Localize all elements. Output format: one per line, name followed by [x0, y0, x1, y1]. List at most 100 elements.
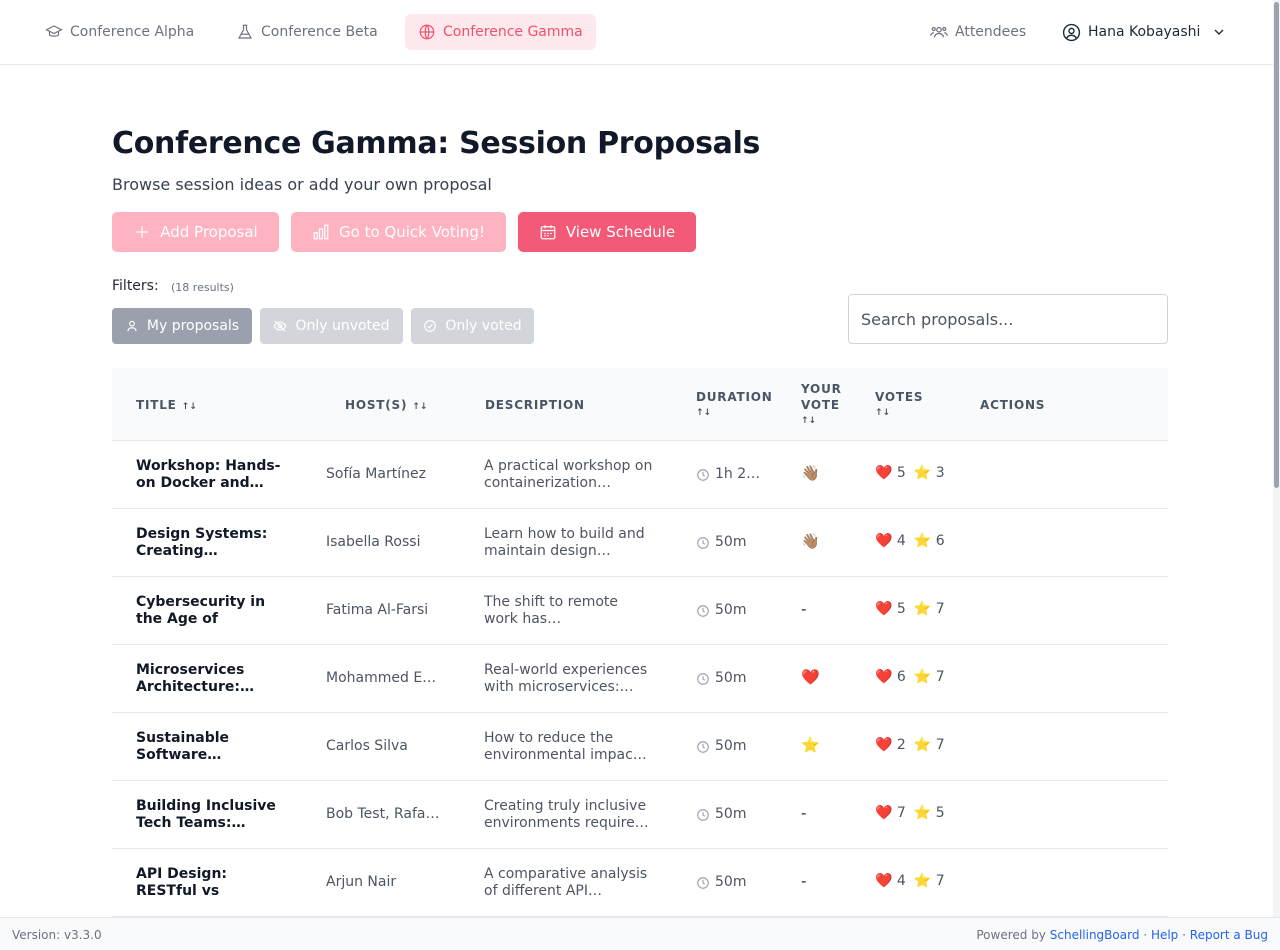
- clock-icon: [697, 672, 709, 685]
- user-menu[interactable]: Hana Kobayashi: [1062, 14, 1227, 50]
- footer: Version: v3.3.0 Powered by SchellingBoar…: [0, 917, 1280, 950]
- calendar-icon: [540, 225, 556, 240]
- table-row[interactable]: Microservices Architecture:… Mohammed E… R…: [112, 645, 1168, 713]
- sort-icon: ↑↓: [412, 402, 428, 412]
- proposal-duration: 50m: [696, 874, 761, 891]
- table-row[interactable]: Sustainable Software… Carlos Silva How to …: [112, 713, 1168, 781]
- search-input[interactable]: [848, 294, 1168, 344]
- header-your-vote[interactable]: Your Vote ↑↓: [801, 381, 842, 429]
- header-actions: Actions: [980, 398, 1046, 412]
- proposal-title[interactable]: Sustainable Software…: [136, 730, 286, 764]
- proposal-description: The shift to remote work has…: [484, 594, 619, 627]
- proposal-host: Fatima Al-Farsi: [326, 602, 429, 618]
- table-row[interactable]: API Design: RESTful vs GraphQL vs… Arjun …: [112, 849, 1168, 917]
- filter-my-proposals[interactable]: My proposals: [112, 308, 252, 344]
- separator: ·: [1182, 928, 1186, 942]
- proposal-title[interactable]: Building Inclusive Tech Teams:…: [136, 798, 286, 832]
- check-circle-icon: [424, 320, 437, 332]
- proposal-host: Sofía Martínez: [326, 466, 426, 482]
- brand-link[interactable]: SchellingBoard: [1050, 928, 1140, 942]
- proposal-description: How to reduce the environmental impac…: [484, 730, 647, 763]
- star-votes: ⭐ 3: [914, 465, 945, 482]
- heart-votes: ❤️ 4: [875, 533, 906, 550]
- quick-voting-button[interactable]: Go to Quick Voting!: [291, 212, 506, 252]
- quick-voting-label: Go to Quick Voting!: [339, 223, 485, 241]
- header-title[interactable]: Title ↑↓: [136, 397, 197, 415]
- view-schedule-button[interactable]: View Schedule: [518, 212, 696, 252]
- filter-only-unvoted[interactable]: Only unvoted: [260, 308, 403, 344]
- table-row[interactable]: Building Inclusive Tech Teams:… Bob Test,…: [112, 781, 1168, 849]
- tab-conference-gamma[interactable]: Conference Gamma: [405, 14, 596, 50]
- tab-label: Conference Beta: [261, 24, 378, 40]
- my-vote: ❤️: [801, 668, 820, 686]
- my-vote: 👋🏽: [801, 464, 820, 482]
- star-votes: ⭐ 7: [914, 669, 945, 686]
- proposal-title[interactable]: Workshop: Hands-on Docker and…: [136, 458, 286, 492]
- user-name: Hana Kobayashi: [1088, 24, 1201, 40]
- proposal-host: Carlos Silva: [326, 738, 408, 754]
- proposal-title[interactable]: Design Systems: Creating…: [136, 526, 286, 560]
- heart-icon: ❤️: [875, 601, 893, 617]
- header-votes[interactable]: Votes ↑↓: [875, 389, 923, 421]
- tab-label: Conference Gamma: [443, 24, 583, 40]
- clock-icon: [697, 740, 709, 753]
- proposals-table: Title ↑↓ Host(s) ↑↓ Description Duration…: [112, 368, 1168, 917]
- proposal-description: Creating truly inclusive environments re…: [484, 798, 649, 831]
- header-title-label: Title: [136, 398, 177, 412]
- my-vote: 👋🏽: [801, 532, 820, 550]
- heart-count: 4: [896, 873, 906, 889]
- heart-count: 5: [896, 465, 906, 481]
- heart-icon: ❤️: [875, 533, 893, 549]
- add-proposal-button[interactable]: Add Proposal: [112, 212, 279, 252]
- proposal-description: Real-world experiences with microservice…: [484, 662, 648, 695]
- scrollbar-thumb[interactable]: [1274, 2, 1279, 488]
- tab-conference-alpha[interactable]: Conference Alpha: [32, 14, 207, 50]
- proposal-title[interactable]: Cybersecurity in the Age of Remot…: [136, 594, 286, 628]
- header-duration[interactable]: Duration ↑↓: [696, 389, 773, 421]
- scrollbar[interactable]: [1273, 0, 1280, 918]
- duration-value: 50m: [715, 806, 747, 822]
- proposal-title[interactable]: Microservices Architecture:…: [136, 662, 286, 696]
- users-icon: [930, 26, 948, 38]
- heart-icon: ❤️: [875, 805, 893, 821]
- duration-value: 50m: [715, 874, 747, 890]
- powered-by-text: Powered by: [976, 928, 1046, 942]
- my-vote: -: [801, 872, 807, 890]
- sort-icon: ↑↓: [801, 416, 817, 426]
- proposal-description: A practical workshop on containerization…: [484, 458, 653, 491]
- results-count: (18 results): [171, 281, 234, 294]
- heart-count: 7: [896, 805, 906, 821]
- heart-count: 4: [896, 533, 906, 549]
- star-count: 7: [935, 601, 945, 617]
- header-hosts[interactable]: Host(s) ↑↓: [345, 397, 427, 415]
- view-schedule-label: View Schedule: [565, 223, 676, 241]
- heart-icon: ❤️: [875, 465, 893, 481]
- help-link[interactable]: Help: [1151, 928, 1178, 942]
- filter-only-voted[interactable]: Only voted: [411, 308, 534, 344]
- report-bug-link[interactable]: Report a Bug: [1190, 928, 1268, 942]
- tab-label: Conference Alpha: [70, 24, 195, 40]
- vote-counts: ❤️ 5 ⭐ 7: [875, 601, 945, 618]
- heart-icon: ❤️: [875, 669, 893, 685]
- proposal-description: Learn how to build and maintain design…: [484, 526, 645, 559]
- tab-conference-beta[interactable]: Conference Beta: [223, 14, 391, 50]
- top-nav: Conference Alpha Conference Beta Confere…: [0, 0, 1273, 65]
- header-votes-label: Votes: [875, 390, 924, 404]
- proposal-title[interactable]: API Design: RESTful vs GraphQL vs…: [136, 866, 286, 900]
- table-row[interactable]: Workshop: Hands-on Docker and… Sofía Mart…: [112, 441, 1168, 509]
- header-duration-label: Duration: [696, 390, 773, 404]
- my-vote: ⭐: [801, 736, 820, 754]
- page-subtitle: Browse session ideas or add your own pro…: [112, 175, 492, 194]
- footer-links: Powered by SchellingBoard · Help · Repor…: [976, 928, 1268, 942]
- proposal-description: A comparative analysis of different API…: [484, 866, 648, 899]
- star-count: 3: [935, 465, 945, 481]
- proposal-host: Isabella Rossi: [326, 534, 421, 550]
- table-row[interactable]: Design Systems: Creating… Isabella Rossi L…: [112, 509, 1168, 577]
- star-count: 7: [935, 873, 945, 889]
- heart-votes: ❤️ 4: [875, 873, 906, 890]
- heart-votes: ❤️ 6: [875, 669, 906, 686]
- star-votes: ⭐ 7: [914, 873, 945, 890]
- vote-counts: ❤️ 4 ⭐ 7: [875, 873, 945, 890]
- attendees-link[interactable]: Attendees: [930, 14, 1026, 50]
- table-row[interactable]: Cybersecurity in the Age of Remot… Fatima…: [112, 577, 1168, 645]
